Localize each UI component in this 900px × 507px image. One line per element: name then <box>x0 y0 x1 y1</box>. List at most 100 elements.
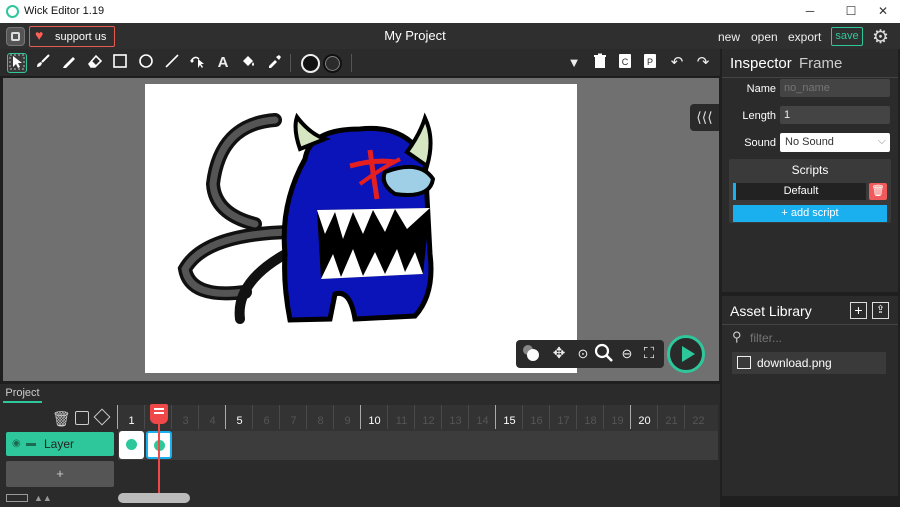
project-name[interactable]: My Project <box>350 28 480 43</box>
eye-icon[interactable]: ◉ <box>12 438 21 449</box>
delete-script-icon[interactable]: 🗑 <box>869 183 887 200</box>
zoom-reset-icon[interactable]: ⊙ <box>572 343 594 365</box>
support-us-button[interactable]: ♥ support us <box>29 26 115 47</box>
sound-label: Sound <box>744 137 776 149</box>
frame-number: 12 <box>422 415 435 427</box>
close-icon[interactable]: ✕ <box>868 0 898 23</box>
home-button[interactable] <box>6 27 25 46</box>
save-button[interactable]: save <box>831 27 863 46</box>
delete-icon[interactable] <box>590 53 610 73</box>
minimize-icon[interactable]: ─ <box>795 0 825 23</box>
sound-select-value: No Sound <box>785 136 834 148</box>
more-dropdown-icon[interactable]: ▼ <box>564 53 584 73</box>
divider <box>722 324 898 325</box>
search-icon: ⚲ <box>732 329 742 344</box>
frame-divider <box>225 405 226 429</box>
length-label: Length <box>742 110 776 122</box>
tab-project[interactable]: Project <box>3 387 42 403</box>
settings-gear-icon[interactable]: ⚙ <box>872 26 889 49</box>
inspector-panel: Inspector Frame Name Length 1 Sound No S… <box>722 49 898 292</box>
asset-item[interactable]: download.png <box>732 352 886 374</box>
add-asset-icon[interactable]: + <box>850 302 867 319</box>
length-field[interactable]: 1 <box>780 106 890 124</box>
frame-number: 17 <box>557 415 570 427</box>
open-button[interactable]: open <box>751 30 778 44</box>
keyboard-icon[interactable] <box>6 494 28 502</box>
fill-bucket-tool-icon[interactable] <box>238 53 258 73</box>
asset-filter-input[interactable] <box>750 330 890 346</box>
asset-library-panel: Asset Library + ⇪ ⚲ download.png <box>722 296 898 496</box>
frame-divider <box>495 405 496 429</box>
eyedropper-tool-icon[interactable] <box>264 53 284 73</box>
frame-divider <box>684 405 685 429</box>
pan-move-icon[interactable]: ✥ <box>548 343 570 365</box>
frame-number: 4 <box>209 415 216 427</box>
cursor-tool-icon[interactable] <box>7 53 27 73</box>
copy-icon[interactable]: C <box>615 53 635 73</box>
rectangle-tool-icon[interactable] <box>110 53 130 73</box>
inspector-subtitle: Frame <box>799 55 843 72</box>
playback-controls: ✥ ⊙ ⊖ ⛶ <box>516 340 664 368</box>
stroke-color-swatch[interactable] <box>323 54 342 73</box>
frame-divider <box>657 405 658 429</box>
frame-row[interactable] <box>118 431 718 460</box>
inspector-title: Inspector <box>730 55 792 72</box>
zoom-in-magnifier-icon[interactable] <box>593 343 615 365</box>
ellipse-tool-icon[interactable] <box>136 53 156 73</box>
add-script-button[interactable]: + add script <box>733 205 887 222</box>
keyframe-diamond-icon[interactable] <box>93 408 111 426</box>
layer-name: Layer <box>44 437 75 451</box>
pencil-tool-icon[interactable] <box>59 53 79 73</box>
line-tool-icon[interactable] <box>162 53 182 73</box>
fill-color-swatch[interactable] <box>301 54 320 73</box>
delete-layer-icon[interactable]: 🗑 <box>52 410 71 428</box>
frame-number: 13 <box>449 415 462 427</box>
playhead-handle[interactable] <box>150 404 168 424</box>
stage-canvas[interactable] <box>145 84 577 373</box>
frame-number: 18 <box>584 415 597 427</box>
frame-number: 10 <box>368 415 381 427</box>
mountain-icon[interactable]: ▲▲ <box>34 493 52 503</box>
eraser-tool-icon[interactable] <box>85 53 105 73</box>
name-field[interactable] <box>780 79 890 97</box>
default-script-button[interactable]: Default <box>733 183 866 200</box>
frame-divider <box>306 405 307 429</box>
lock-icon[interactable]: ▬ <box>26 438 36 449</box>
undo-icon[interactable]: ↶ <box>667 53 687 73</box>
frame-divider <box>630 405 631 429</box>
divider <box>722 77 898 78</box>
redo-icon[interactable]: ↷ <box>693 53 713 73</box>
collapse-panel-button[interactable]: ⟨⟨⟨ <box>690 104 719 131</box>
zoom-out-icon[interactable]: ⊖ <box>616 343 638 365</box>
export-button[interactable]: export <box>788 30 821 44</box>
toolbar-divider <box>290 54 291 72</box>
menu-bar: ♥ support us My Project new open export … <box>0 23 900 49</box>
timeline-scrollbar[interactable] <box>118 493 190 503</box>
brush-tool-icon[interactable] <box>33 53 53 73</box>
chevron-down-icon: ⌵ <box>877 135 886 147</box>
monster-drawing[interactable] <box>145 84 577 373</box>
add-layer-button[interactable]: + <box>6 461 114 487</box>
new-button[interactable]: new <box>718 30 740 44</box>
frame-number: 16 <box>530 415 543 427</box>
fit-to-screen-icon[interactable]: ⛶ <box>638 343 660 365</box>
layer-row[interactable]: ◉ ▬ Layer <box>6 432 114 456</box>
frame-divider <box>441 405 442 429</box>
frame-grid[interactable] <box>118 405 718 460</box>
frame-divider <box>414 405 415 429</box>
onion-skin-icon[interactable] <box>520 343 542 365</box>
frame-number: 20 <box>638 415 651 427</box>
upload-asset-icon[interactable]: ⇪ <box>872 302 889 319</box>
text-tool-icon[interactable]: A <box>213 53 233 73</box>
play-button[interactable] <box>667 335 705 373</box>
maximize-icon[interactable]: ☐ <box>836 0 866 23</box>
add-tween-icon[interactable] <box>75 411 89 425</box>
frame-number: 3 <box>182 415 189 427</box>
frame-divider <box>171 405 172 429</box>
paste-icon[interactable]: P <box>640 53 660 73</box>
frame-divider <box>360 405 361 429</box>
keyframe-1[interactable] <box>119 431 144 459</box>
sound-select[interactable]: No Sound ⌵ <box>780 133 890 152</box>
path-cursor-tool-icon[interactable] <box>188 53 208 73</box>
frame-number: 22 <box>692 415 705 427</box>
